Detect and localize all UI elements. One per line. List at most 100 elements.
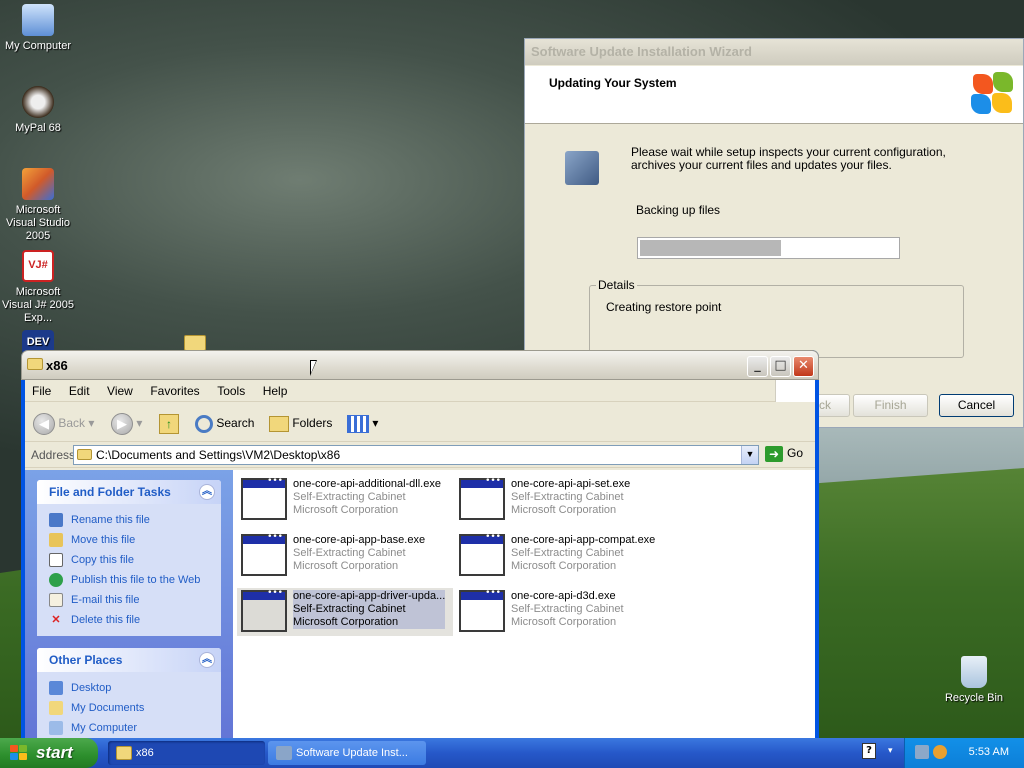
menu-help[interactable]: Help <box>256 380 295 398</box>
browser-icon <box>22 86 54 118</box>
file-item[interactable]: one-core-api-api-set.exe Self-Extracting… <box>455 476 671 524</box>
close-button[interactable]: ✕ <box>793 356 814 377</box>
desktop-icon-label: My Computer <box>4 40 72 52</box>
task-label: E-mail this file <box>71 594 140 606</box>
place-my-documents[interactable]: My Documents <box>49 698 209 718</box>
explorer-titlebar[interactable]: x86 _ □ ✕ <box>21 350 819 380</box>
folders-label: Folders <box>292 416 333 430</box>
menu-tools[interactable]: Tools <box>210 380 252 398</box>
task-delete[interactable]: ✕ Delete this file <box>49 610 209 630</box>
start-label: start <box>36 743 73 762</box>
recycle-bin-icon <box>961 656 987 688</box>
place-desktop[interactable]: Desktop <box>49 678 209 698</box>
task-publish[interactable]: Publish this file to the Web <box>49 570 209 590</box>
task-move[interactable]: Move this file <box>49 530 209 550</box>
menu-view[interactable]: View <box>100 380 140 398</box>
up-folder-button[interactable]: ↑ <box>159 411 179 435</box>
wizard-title[interactable]: Software Update Installation Wizard <box>525 39 1023 65</box>
address-value: C:\Documents and Settings\VM2\Desktop\x8… <box>96 448 341 462</box>
other-places-panel: Other Places ︽ Desktop My Documents My C… <box>37 648 221 740</box>
file-item[interactable]: one-core-api-d3d.exe Self-Extracting Cab… <box>455 588 671 636</box>
windows-logo-icon <box>971 72 1015 116</box>
taskbar-button-x86[interactable]: x86 <box>108 741 265 765</box>
visual-j-icon: VJ# <box>22 250 54 282</box>
file-company: Microsoft Corporation <box>511 504 617 516</box>
forward-nav-button[interactable]: ▶ ▾ <box>111 411 142 435</box>
chevron-down-icon[interactable]: ▾ <box>888 746 893 756</box>
file-info: one-core-api-api-set.exe Self-Extracting… <box>511 478 630 517</box>
file-type: Self-Extracting Cabinet <box>511 547 624 559</box>
other-places-header[interactable]: Other Places ︽ <box>37 648 221 672</box>
wizard-message: Please wait while setup inspects your cu… <box>631 145 946 172</box>
go-button[interactable]: ➜ Go <box>765 446 803 462</box>
finish-button[interactable]: Finish <box>853 394 928 417</box>
forward-arrow-icon: ▶ <box>111 412 133 435</box>
executable-file-icon <box>459 588 505 632</box>
file-item-selected[interactable]: one-core-api-app-driver-upda... Self-Ext… <box>237 588 453 636</box>
back-nav-button[interactable]: ◀ Back ▾ <box>33 411 94 435</box>
desktop-icon-label: Microsoft Visual Studio 2005 <box>5 204 70 242</box>
taskbar-button-software-update[interactable]: Software Update Inst... <box>268 741 426 765</box>
menu-edit[interactable]: Edit <box>62 380 97 398</box>
file-item[interactable]: one-core-api-app-base.exe Self-Extractin… <box>237 532 453 580</box>
file-name: one-core-api-api-set.exe <box>511 478 631 490</box>
folders-button[interactable]: Folders <box>269 411 332 435</box>
menu-bar: File Edit View Favorites Tools Help <box>25 380 815 402</box>
details-groupbox: Details Creating restore point <box>589 278 964 358</box>
desktop-icon-label: Microsoft Visual J# 2005 Exp... <box>2 286 74 324</box>
taskbar-button-label: x86 <box>136 747 154 759</box>
move-icon <box>49 533 63 548</box>
folder-icon <box>77 449 92 460</box>
address-bar: Address C:\Documents and Settings\VM2\De… <box>25 442 815 468</box>
desktop-icon-mypal[interactable]: MyPal 68 <box>0 86 76 135</box>
desktop-folder-icon[interactable] <box>184 335 206 351</box>
desktop-icon-recycle-bin[interactable]: Recycle Bin <box>936 656 1012 705</box>
desktop-icon-my-computer[interactable]: My Computer <box>0 4 76 53</box>
task-copy[interactable]: Copy this file <box>49 550 209 570</box>
search-button[interactable]: Search <box>195 411 254 435</box>
task-rename[interactable]: Rename this file <box>49 510 209 530</box>
address-input[interactable]: C:\Documents and Settings\VM2\Desktop\x8… <box>73 445 759 465</box>
views-button[interactable]: ▾ <box>347 411 378 435</box>
file-list-area: one-core-api-additional-dll.exe Self-Ext… <box>233 470 815 740</box>
file-tasks-list: Rename this file Move this file Copy thi… <box>37 504 221 636</box>
file-type: Self-Extracting Cabinet <box>293 603 446 616</box>
task-label: Move this file <box>71 534 136 546</box>
file-name: one-core-api-additional-dll.exe <box>293 478 441 490</box>
clock[interactable]: 5:53 AM <box>969 746 1009 758</box>
maximize-button[interactable]: □ <box>770 356 791 377</box>
globe-icon <box>49 573 63 588</box>
file-tasks-header[interactable]: File and Folder Tasks ︽ <box>37 480 221 504</box>
desktop-icon-visual-studio[interactable]: Microsoft Visual Studio 2005 <box>0 168 76 243</box>
file-type: Self-Extracting Cabinet <box>293 491 406 503</box>
up-folder-icon: ↑ <box>159 413 179 434</box>
toolbar: ◀ Back ▾ ▶ ▾ ↑ Search Folders ▾ <box>25 402 815 442</box>
collapse-chevron-icon[interactable]: ︽ <box>199 652 215 668</box>
file-company: Microsoft Corporation <box>293 616 446 629</box>
wizard-header-title: Updating Your System <box>549 76 677 90</box>
address-dropdown-button[interactable]: ▼ <box>741 446 758 464</box>
desktop-icon-visual-j[interactable]: VJ# Microsoft Visual J# 2005 Exp... <box>0 250 76 325</box>
file-item[interactable]: one-core-api-app-compat.exe Self-Extract… <box>455 532 671 580</box>
file-item[interactable]: one-core-api-additional-dll.exe Self-Ext… <box>237 476 453 524</box>
cancel-button[interactable]: Cancel <box>939 394 1014 417</box>
menu-file[interactable]: File <box>25 380 58 398</box>
place-my-computer[interactable]: My Computer <box>49 718 209 738</box>
back-arrow-icon: ◀ <box>33 412 55 435</box>
help-icon[interactable]: ? <box>862 743 876 759</box>
file-tasks-panel: File and Folder Tasks ︽ Rename this file… <box>37 480 221 636</box>
other-places-list: Desktop My Documents My Computer <box>37 672 221 740</box>
collapse-chevron-icon[interactable]: ︽ <box>199 484 215 500</box>
search-tray-icon[interactable] <box>933 745 947 759</box>
explorer-window[interactable]: x86 _ □ ✕ File Edit View Favorites Tools… <box>21 350 819 740</box>
views-icon <box>347 414 369 433</box>
windows-logo-icon <box>10 745 28 761</box>
file-company: Microsoft Corporation <box>511 560 617 572</box>
task-email[interactable]: E-mail this file <box>49 590 209 610</box>
file-type: Self-Extracting Cabinet <box>511 603 624 615</box>
address-label: Address <box>31 448 76 462</box>
menu-favorites[interactable]: Favorites <box>143 380 206 398</box>
network-icon[interactable] <box>915 745 929 759</box>
start-button[interactable]: start <box>0 738 98 768</box>
minimize-button[interactable]: _ <box>747 356 768 377</box>
